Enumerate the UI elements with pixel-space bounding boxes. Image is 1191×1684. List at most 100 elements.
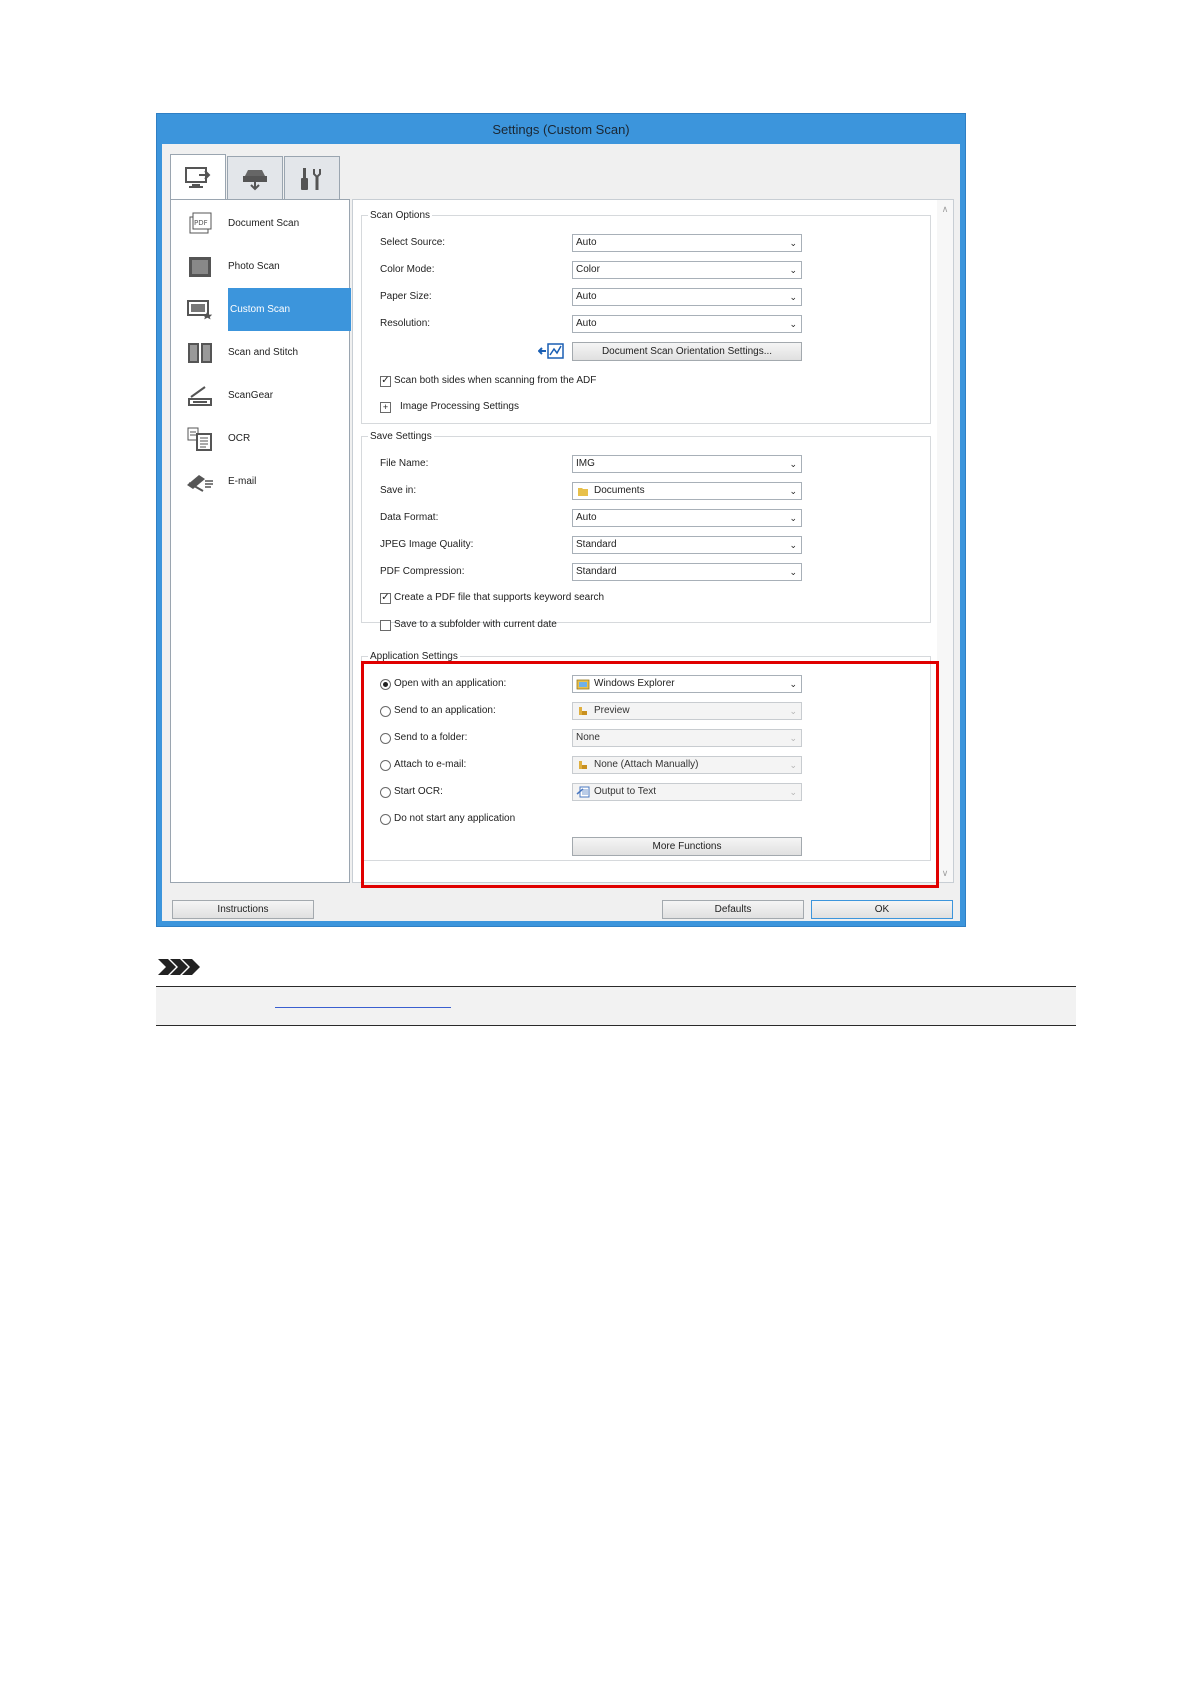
- tab-strip: [170, 154, 341, 200]
- scroll-down-icon[interactable]: ∨: [940, 868, 950, 878]
- pdf-compression-dropdown[interactable]: Standard ⌄: [572, 563, 802, 581]
- chevron-down-icon: ⌄: [789, 459, 797, 469]
- send-to-app-label: Send to an application:: [394, 705, 496, 716]
- chevron-down-icon: ⌄: [789, 265, 797, 275]
- dropdown-value: Color: [576, 264, 600, 275]
- note-link[interactable]: [275, 1007, 451, 1008]
- data-format-dropdown[interactable]: Auto ⌄: [572, 509, 802, 527]
- dropdown-value: Auto: [576, 318, 597, 329]
- orientation-settings-button[interactable]: Document Scan Orientation Settings...: [572, 342, 802, 361]
- subfolder-label: Save to a subfolder with current date: [394, 619, 557, 630]
- chevron-down-icon: ⌄: [789, 292, 797, 302]
- send-to-app-dropdown[interactable]: Preview ⌄: [572, 702, 802, 720]
- dropdown-value: Auto: [576, 512, 597, 523]
- start-ocr-radio[interactable]: Start OCR:: [380, 784, 443, 800]
- orientation-preview-icon: [537, 341, 566, 366]
- sidebar-item-label: Scan and Stitch: [228, 347, 299, 358]
- tab-scan-from-operation-panel[interactable]: [227, 156, 283, 200]
- dropdown-value: None: [576, 732, 600, 743]
- dropdown-value: Windows Explorer: [594, 678, 675, 689]
- save-settings-group: Save Settings File Name: IMG ⌄ Save in: D…: [361, 431, 931, 631]
- settings-dialog: Settings (Custom Scan) PDF Document Scan…: [156, 113, 966, 927]
- radio-unselected-icon: [380, 786, 391, 798]
- no-app-radio[interactable]: Do not start any application: [380, 811, 515, 827]
- tab-scan-from-computer[interactable]: [170, 154, 226, 200]
- scroll-up-icon[interactable]: ∧: [940, 204, 950, 214]
- email-client-icon: [576, 759, 590, 771]
- image-processing-expander[interactable]: + Image Processing Settings: [380, 399, 519, 415]
- sidebar-item-scangear[interactable]: ScanGear: [171, 374, 349, 417]
- sidebar-item-photo-scan[interactable]: Photo Scan: [171, 245, 349, 288]
- send-to-folder-dropdown[interactable]: None ⌄: [572, 729, 802, 747]
- sidebar-item-label: OCR: [228, 433, 251, 444]
- tab-general-settings[interactable]: [284, 156, 340, 200]
- email-icon: [185, 469, 215, 495]
- text-output-icon: [576, 786, 590, 798]
- note-icon: [156, 957, 204, 982]
- custom-scan-icon: [185, 297, 215, 323]
- dropdown-value: Preview: [594, 705, 630, 716]
- dropdown-value: Output to Text: [594, 786, 657, 797]
- send-to-app-radio[interactable]: Send to an application:: [380, 703, 496, 719]
- sidebar-item-label: Photo Scan: [228, 261, 280, 272]
- file-name-combobox[interactable]: IMG ⌄: [572, 455, 802, 473]
- dropdown-value: Auto: [576, 237, 597, 248]
- save-in-dropdown[interactable]: Documents ⌄: [572, 482, 802, 500]
- sidebar-item-label: Custom Scan: [228, 288, 351, 331]
- data-format-label: Data Format:: [380, 512, 439, 523]
- save-settings-legend: Save Settings: [370, 431, 432, 442]
- application-settings-legend: Application Settings: [370, 651, 458, 662]
- chevron-down-icon: ⌄: [789, 567, 797, 577]
- photo-scan-icon: [185, 254, 215, 280]
- color-mode-dropdown[interactable]: Color ⌄: [572, 261, 802, 279]
- jpeg-quality-dropdown[interactable]: Standard ⌄: [572, 536, 802, 554]
- send-to-folder-radio[interactable]: Send to a folder:: [380, 730, 467, 746]
- more-functions-button[interactable]: More Functions: [572, 837, 802, 856]
- attach-email-radio[interactable]: Attach to e-mail:: [380, 757, 466, 773]
- file-name-label: File Name:: [380, 458, 429, 469]
- window-title: Settings (Custom Scan): [492, 121, 630, 137]
- note-body: [156, 987, 1076, 1025]
- general-settings-icon: [301, 167, 321, 190]
- keyword-pdf-checkbox[interactable]: ✓ Create a PDF file that supports keywor…: [380, 590, 604, 606]
- image-processing-label: Image Processing Settings: [400, 401, 519, 412]
- resolution-dropdown[interactable]: Auto ⌄: [572, 315, 802, 333]
- checkbox-checked-icon: ✓: [380, 592, 391, 604]
- instructions-button[interactable]: Instructions: [172, 900, 314, 919]
- dropdown-value: Documents: [594, 485, 645, 496]
- scan-both-sides-checkbox[interactable]: ✓ Scan both sides when scanning from the…: [380, 373, 596, 389]
- attach-email-label: Attach to e-mail:: [394, 759, 467, 770]
- expand-plus-icon[interactable]: +: [380, 401, 391, 413]
- chevron-down-icon: ⌄: [789, 760, 797, 770]
- open-with-app-dropdown[interactable]: Windows Explorer ⌄: [572, 675, 802, 693]
- dropdown-value: None (Attach Manually): [594, 759, 699, 770]
- chevron-down-icon: ⌄: [789, 319, 797, 329]
- start-ocr-dropdown[interactable]: Output to Text ⌄: [572, 783, 802, 801]
- sidebar-item-document-scan[interactable]: PDF Document Scan: [171, 202, 349, 245]
- resolution-label: Resolution:: [380, 318, 431, 329]
- save-in-label: Save in:: [380, 485, 417, 496]
- send-to-folder-label: Send to a folder:: [394, 732, 468, 743]
- paper-size-dropdown[interactable]: Auto ⌄: [572, 288, 802, 306]
- application-settings-group: Application Settings Open with an applic…: [361, 651, 931, 861]
- pdf-compression-label: PDF Compression:: [380, 566, 465, 577]
- select-source-dropdown[interactable]: Auto ⌄: [572, 234, 802, 252]
- folder-icon: [576, 485, 590, 497]
- sidebar-item-label: E-mail: [228, 476, 257, 487]
- subfolder-checkbox[interactable]: Save to a subfolder with current date: [380, 617, 557, 633]
- scan-options-legend: Scan Options: [370, 210, 431, 221]
- scan-from-operation-panel-icon: [243, 169, 267, 190]
- ok-button[interactable]: OK: [811, 900, 953, 919]
- open-with-app-radio[interactable]: Open with an application:: [380, 676, 506, 692]
- sidebar-item-email[interactable]: E-mail: [171, 460, 349, 503]
- ocr-icon: [185, 426, 215, 452]
- defaults-button[interactable]: Defaults: [662, 900, 804, 919]
- document-scan-icon: PDF: [185, 211, 215, 237]
- sidebar-item-ocr[interactable]: OCR: [171, 417, 349, 460]
- sidebar-item-label: ScanGear: [228, 390, 274, 401]
- attach-email-dropdown[interactable]: None (Attach Manually) ⌄: [572, 756, 802, 774]
- vertical-scrollbar[interactable]: ∧ ∨: [937, 200, 953, 882]
- sidebar-item-scan-and-stitch[interactable]: Scan and Stitch: [171, 331, 349, 374]
- scan-and-stitch-icon: [185, 340, 215, 366]
- sidebar-item-custom-scan[interactable]: Custom Scan: [171, 288, 351, 331]
